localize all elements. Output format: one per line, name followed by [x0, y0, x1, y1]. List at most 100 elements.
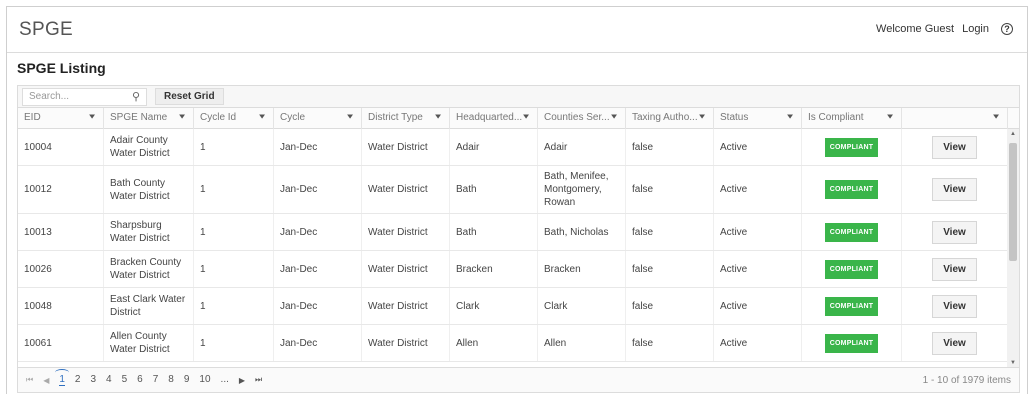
cell-district-type: Water District — [362, 288, 450, 324]
brand-logo[interactable]: SPGE — [19, 19, 73, 41]
column-header-counties-served[interactable]: Counties Ser... ▼ — [538, 108, 626, 129]
page-number[interactable]: 9 — [184, 374, 190, 386]
cell-cycle: Jan-Dec — [274, 129, 362, 165]
page-number[interactable]: 7 — [153, 374, 159, 386]
column-header-label: Taxing Autho... — [632, 112, 698, 123]
cell-cycle: Jan-Dec — [274, 251, 362, 287]
cell-status: Active — [714, 288, 802, 324]
filter-icon[interactable]: ▼ — [177, 113, 187, 121]
table-row[interactable]: 10012 Bath County Water District 1 Jan-Dec W… — [18, 166, 1008, 214]
filter-icon[interactable]: ▼ — [609, 113, 619, 121]
cell-text: Bath — [456, 184, 477, 195]
last-page-icon[interactable]: ⏭ — [255, 375, 262, 385]
filter-icon[interactable]: ▼ — [991, 113, 1001, 121]
cell-taxing-authority: false — [626, 288, 714, 324]
cell-actions: View — [902, 129, 1008, 165]
page-title: SPGE Listing — [17, 60, 106, 76]
cell-text: false — [632, 337, 654, 349]
help-icon[interactable]: ? — [1001, 23, 1013, 35]
view-button[interactable]: View — [932, 331, 977, 355]
filter-icon[interactable]: ▼ — [345, 113, 355, 121]
filter-icon[interactable]: ▼ — [433, 113, 443, 121]
filter-icon[interactable]: ▼ — [785, 113, 795, 121]
cell-actions: View — [902, 166, 1008, 213]
column-header-actions[interactable]: ▼ — [902, 108, 1008, 129]
cell-is-compliant: COMPLIANT — [802, 129, 902, 165]
view-button[interactable]: View — [932, 135, 977, 159]
page-number[interactable]: 6 — [137, 374, 143, 386]
scroll-thumb[interactable] — [1009, 143, 1017, 261]
cell-text: 10048 — [24, 300, 52, 312]
cell-headquartered: Bath — [450, 166, 538, 213]
column-header-taxing-authority[interactable]: Taxing Autho... ▼ — [626, 108, 714, 129]
next-page-icon[interactable]: ▶ — [239, 376, 245, 385]
column-header-label: Is Compliant — [808, 112, 864, 123]
page-number[interactable]: 8 — [168, 374, 174, 386]
view-button[interactable]: View — [932, 178, 977, 201]
cell-text: false — [632, 226, 654, 238]
cell-actions: View — [902, 288, 1008, 324]
cell-counties-served: Bath, Menifee, Montgomery, Rowan — [538, 166, 626, 213]
pager: ⏮ ◀ 1 2 3 4 5 6 7 8 9 10... ▶ ⏭ 1 - 10 of 1979 it… — [18, 367, 1019, 392]
table-row[interactable]: 10026 Bracken County Water District 1 Jan-D… — [18, 251, 1008, 288]
page-number[interactable]: 5 — [122, 374, 128, 386]
column-header-cycle-id[interactable]: Cycle Id ▼ — [194, 108, 274, 129]
table-row[interactable]: 10061 Allen County Water District 1 Jan-Dec… — [18, 325, 1008, 362]
page-number[interactable]: 4 — [106, 374, 112, 386]
page-number[interactable]: 10 — [199, 374, 210, 386]
view-button[interactable]: View — [932, 220, 977, 244]
cell-eid: 10048 — [18, 288, 104, 324]
cell-text: Bracken — [544, 263, 581, 275]
filter-icon[interactable]: ▼ — [257, 113, 267, 121]
cell-text: 1 — [200, 184, 206, 195]
cell-counties-served: Allen — [538, 325, 626, 361]
column-header-spge-name[interactable]: SPGE Name ▼ — [104, 108, 194, 129]
cell-status: Active — [714, 129, 802, 165]
view-button[interactable]: View — [932, 294, 977, 318]
cell-text: false — [632, 300, 654, 312]
cell-headquartered: Bracken — [450, 251, 538, 287]
page-number[interactable]: 3 — [90, 374, 96, 386]
cell-counties-served: Bracken — [538, 251, 626, 287]
cell-eid: 10026 — [18, 251, 104, 287]
cell-eid: 10012 — [18, 166, 104, 213]
prev-page-icon[interactable]: ◀ — [43, 376, 49, 385]
filter-icon[interactable]: ▼ — [885, 113, 895, 121]
column-header-cycle[interactable]: Cycle ▼ — [274, 108, 362, 129]
filter-icon[interactable]: ▼ — [697, 113, 707, 121]
column-header-is-compliant[interactable]: Is Compliant ▼ — [802, 108, 902, 129]
page-number[interactable]: 2 — [75, 374, 81, 386]
search-input[interactable]: Search... ⚲ — [22, 87, 147, 106]
cell-is-compliant: COMPLIANT — [802, 214, 902, 250]
vertical-scrollbar[interactable]: ▲ ▼ — [1007, 129, 1019, 368]
filter-icon[interactable]: ▼ — [87, 113, 97, 121]
cell-cycle-id: 1 — [194, 166, 274, 213]
page-ellipsis[interactable]: ... — [221, 374, 229, 386]
cell-taxing-authority: false — [626, 166, 714, 213]
cell-spge-name: Sharpsburg Water District — [104, 214, 194, 250]
first-page-icon[interactable]: ⏮ — [26, 375, 33, 385]
view-button[interactable]: View — [932, 257, 977, 281]
column-header-headquartered[interactable]: Headquarted... ▼ — [450, 108, 538, 129]
filter-icon[interactable]: ▼ — [521, 113, 531, 121]
cell-text: Active — [720, 337, 748, 349]
cell-is-compliant: COMPLIANT — [802, 251, 902, 287]
column-header-status[interactable]: Status ▼ — [714, 108, 802, 129]
page-number[interactable]: 1 — [55, 369, 69, 386]
table-row[interactable]: 10048 East Clark Water District 1 Jan-Dec Wa… — [18, 288, 1008, 325]
cell-text: Active — [720, 226, 748, 238]
table-row[interactable]: 10013 Sharpsburg Water District 1 Jan-Dec Wa… — [18, 214, 1008, 251]
cell-cycle-id: 1 — [194, 251, 274, 287]
cell-is-compliant: COMPLIANT — [802, 288, 902, 324]
login-link[interactable]: Login — [962, 23, 989, 35]
table-row[interactable]: 10004 Adair County Water District 1 Jan-Dec… — [18, 129, 1008, 166]
column-header-eid[interactable]: EID ▼ — [18, 108, 104, 129]
scroll-up-icon[interactable]: ▲ — [1010, 131, 1016, 137]
column-header-district-type[interactable]: District Type ▼ — [362, 108, 450, 129]
reset-grid-button[interactable]: Reset Grid — [155, 88, 224, 105]
cell-text: Adair County Water District — [110, 135, 170, 159]
cell-text: Water District — [368, 263, 428, 275]
search-icon[interactable]: ⚲ — [132, 90, 140, 103]
cell-text: 1 — [200, 337, 206, 349]
scroll-down-icon[interactable]: ▼ — [1010, 360, 1016, 366]
